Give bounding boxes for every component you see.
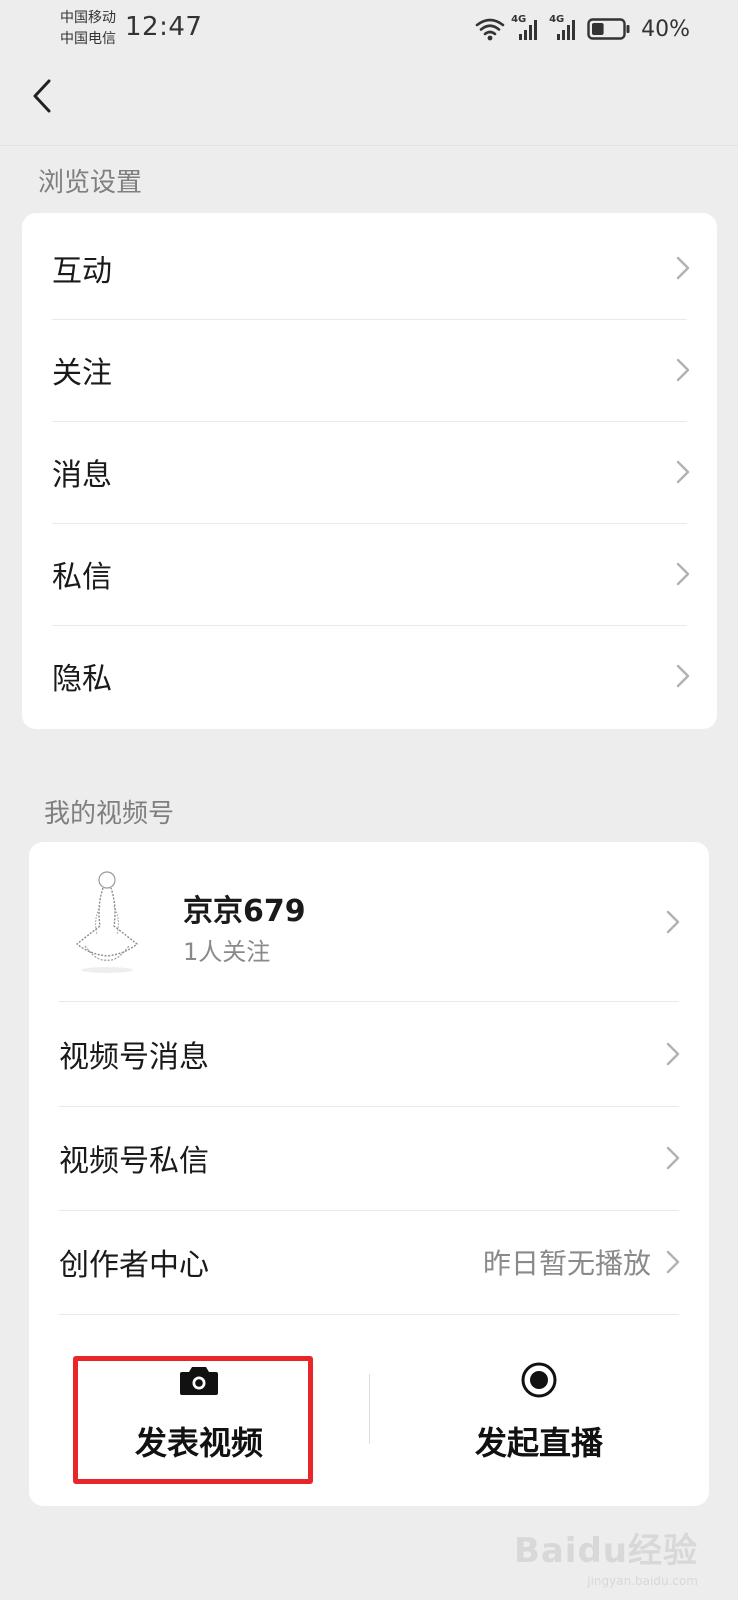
chevron-right-icon [666,910,680,934]
nav-bar [0,56,738,146]
avatar [75,871,139,973]
settings-item-label: 私信 [52,560,112,595]
channel-name: 京京679 [183,894,306,929]
baidu-jingyan-watermark: Baidu经验 jingyan.baidu.com [513,1523,698,1588]
battery-icon [587,18,630,40]
channel-action-bar: 发表视频 发起直播 [29,1314,709,1504]
browse-settings-card: 互动 关注 消息 私信 隐私 [22,213,717,729]
chevron-right-icon [666,1146,680,1170]
carrier-names: 中国移动 中国电信 [60,8,116,50]
go-live-icon-wrap [520,1362,558,1398]
channel-item-label: 视频号消息 [59,1040,209,1075]
creator-center-status: 昨日暂无播放 [482,1247,651,1280]
channel-item-label: 创作者中心 [59,1248,209,1283]
chevron-right-icon [676,562,690,586]
settings-item-private-messages[interactable]: 私信 [22,523,717,625]
chevron-right-icon [666,1250,680,1274]
chevron-right-icon [676,358,690,382]
watermark-url: jingyan.baidu.com [587,1574,698,1588]
channel-item-private-messages[interactable]: 视频号私信 [29,1106,709,1210]
post-video-icon-wrap [179,1362,219,1398]
carrier-2: 中国电信 [60,31,116,47]
settings-item-interaction[interactable]: 互动 [22,217,717,319]
battery-fill [592,23,604,35]
settings-item-label: 关注 [52,356,112,391]
cell-signal-1-icon [519,20,538,40]
carrier-1: 中国移动 [60,10,116,26]
status-bar: 中国移动 中国电信 12:47 4G 4G 40% [0,0,738,56]
chevron-left-icon [33,79,51,113]
signal-2-group: 4G [549,14,581,42]
channel-followers: 1人关注 [183,938,271,966]
status-time: 12:47 [125,12,203,42]
post-video-button[interactable]: 发表视频 [29,1314,369,1504]
back-button[interactable] [22,76,62,116]
status-icons: 4G 4G 40% [475,14,690,44]
cell-signal-2-icon [557,20,576,40]
browse-settings-title: 浏览设置 [38,168,143,198]
settings-item-follow[interactable]: 关注 [22,319,717,421]
channels-card: 京京679 1人关注 视频号消息 视频号私信 创作者中心 昨日暂无播放 发表视频 [29,842,709,1506]
battery-percent: 40% [641,16,690,42]
camera-icon [180,1367,218,1395]
settings-item-label: 隐私 [52,662,112,697]
chevron-right-icon [676,664,690,688]
channel-item-messages[interactable]: 视频号消息 [29,1002,709,1106]
chevron-right-icon [666,1042,680,1066]
chevron-right-icon [676,256,690,280]
post-video-label: 发表视频 [134,1424,263,1462]
go-live-button[interactable]: 发起直播 [369,1314,709,1504]
channel-item-label: 视频号私信 [59,1144,209,1179]
channels-section-title: 我的视频号 [44,799,175,829]
settings-item-messages[interactable]: 消息 [22,421,717,523]
signal-1-group: 4G [511,14,543,42]
channel-profile-row[interactable]: 京京679 1人关注 [29,842,709,1002]
wifi-icon [475,18,505,41]
settings-item-privacy[interactable]: 隐私 [22,625,717,727]
go-live-label: 发起直播 [474,1424,603,1462]
settings-item-label: 互动 [52,254,112,289]
settings-item-label: 消息 [52,458,112,493]
watermark-logo: Baidu经验 [513,1531,698,1571]
live-record-icon [521,1362,557,1398]
chevron-right-icon [676,460,690,484]
channel-item-creator-center[interactable]: 创作者中心 昨日暂无播放 [29,1210,709,1314]
